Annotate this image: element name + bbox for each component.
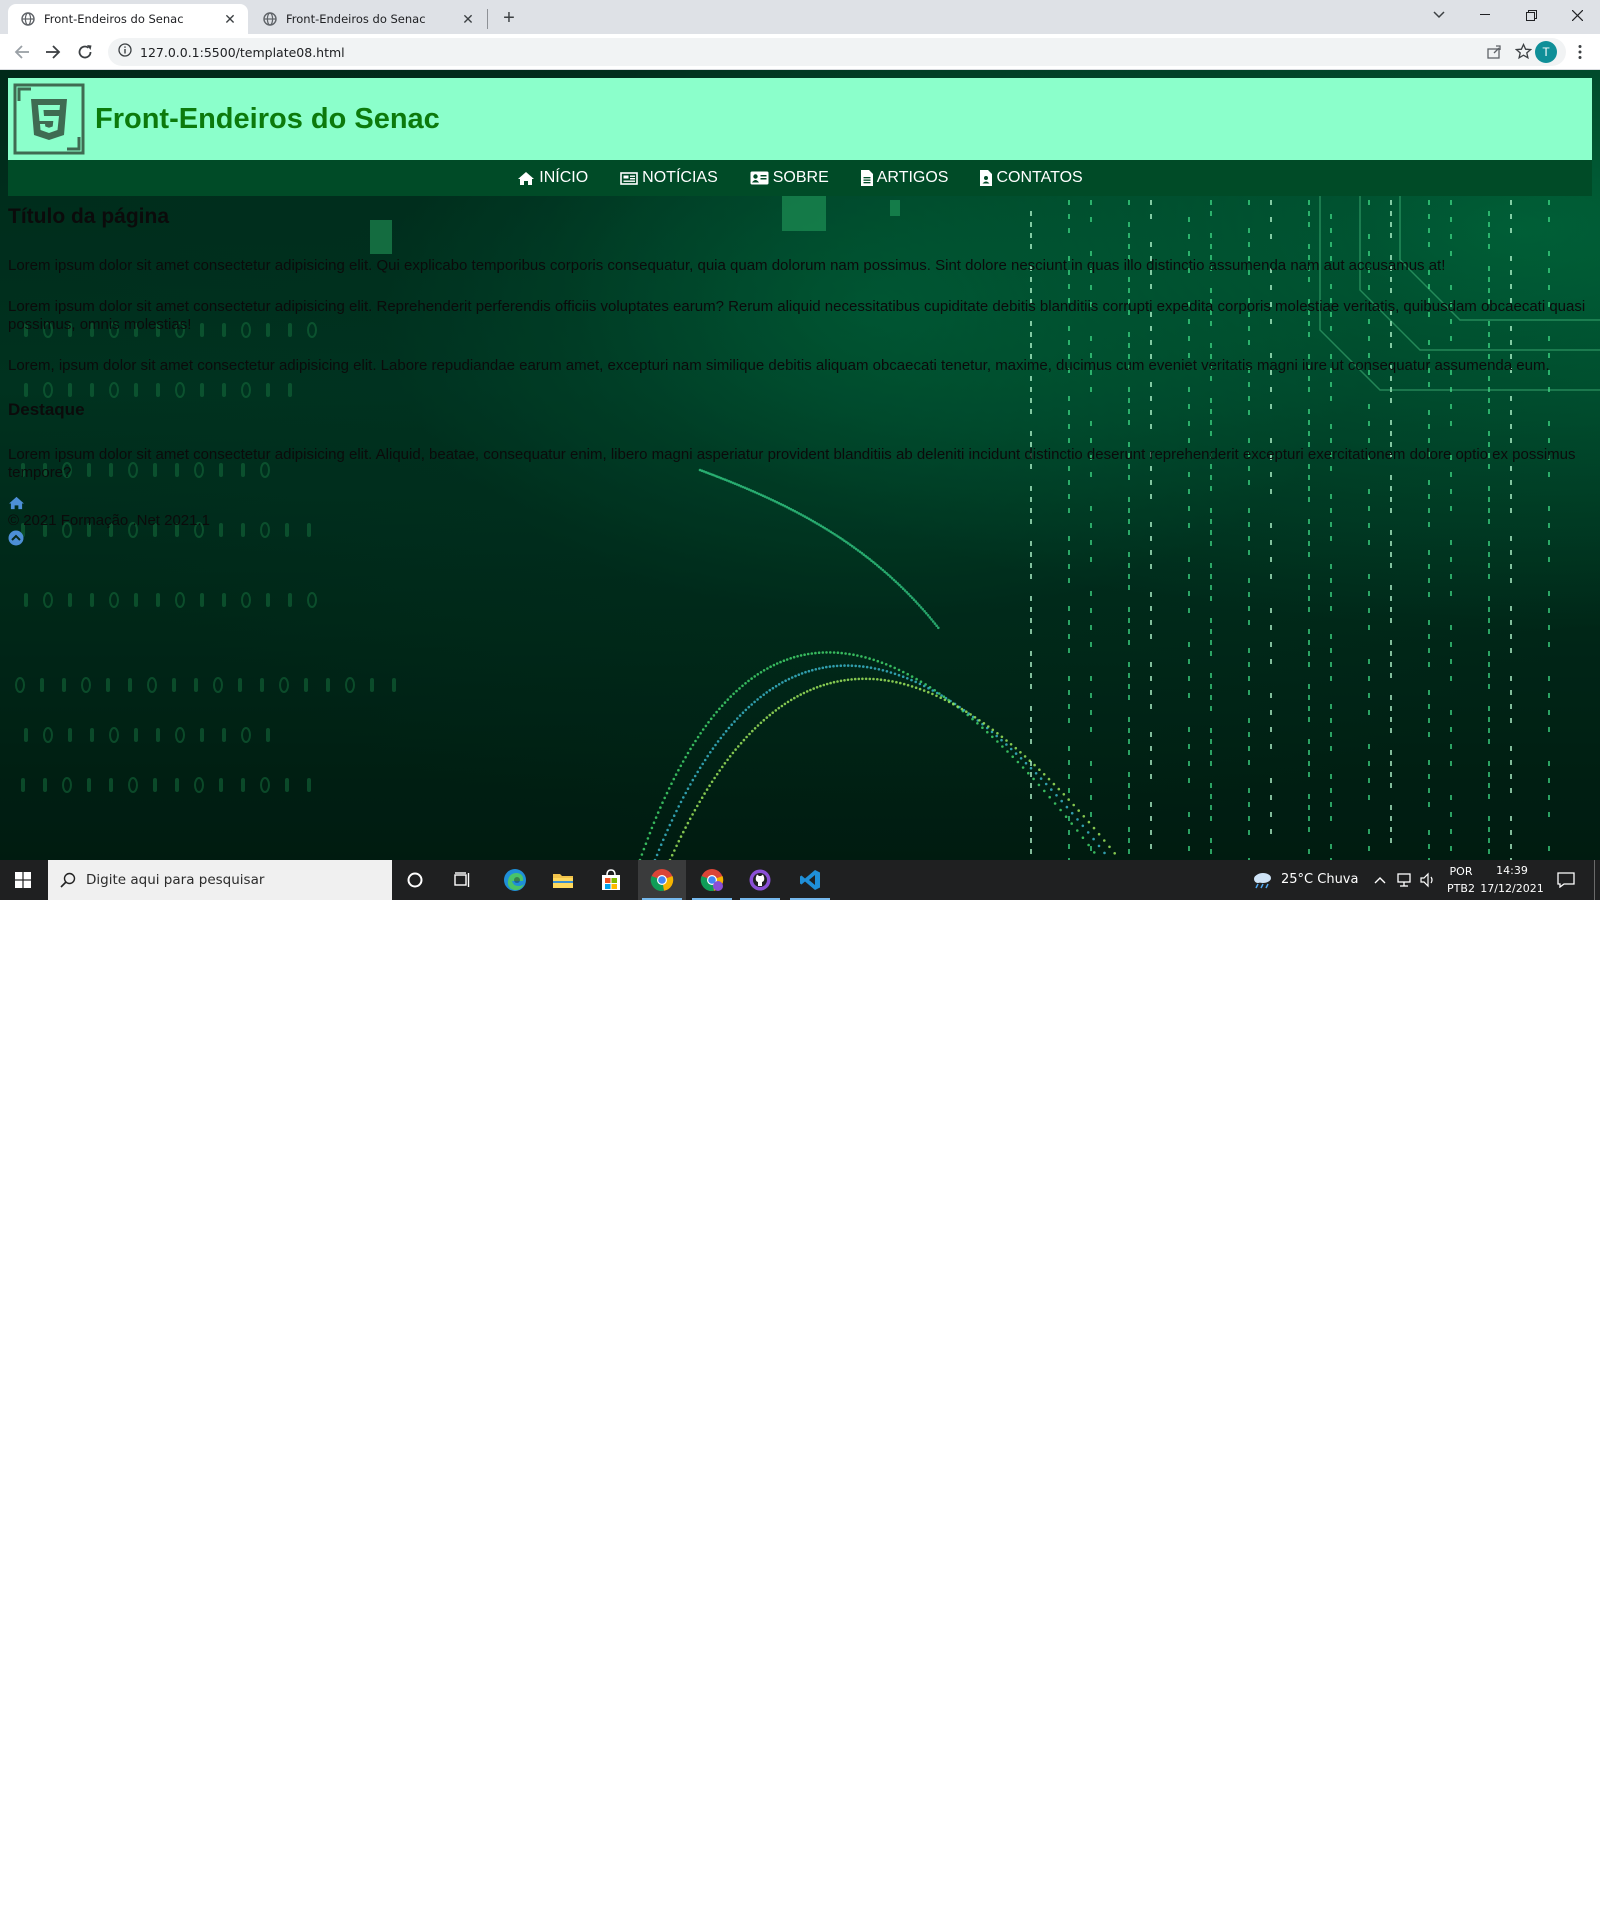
taskbar-search-box[interactable]: Digite aqui para pesquisar: [48, 860, 392, 900]
taskbar-github-desktop[interactable]: [736, 860, 784, 900]
home-icon: [518, 171, 535, 185]
weather-text[interactable]: 25°C Chuva: [1281, 872, 1358, 887]
browser-toolbar: 127.0.0.1:5500/template08.html T: [0, 34, 1600, 70]
language-indicator[interactable]: POR: [1444, 865, 1478, 878]
globe-icon: [20, 11, 36, 27]
nav-link-contatos[interactable]: CONTATOS: [980, 169, 1083, 187]
footer-copyright: © 2021 Formação .Net 2021.1: [8, 512, 211, 529]
main-nav: INÍCIO NOTÍCIAS SOBRE ARTIGOS CONTATOS: [8, 160, 1592, 196]
nav-link-label: NOTÍCIAS: [642, 169, 718, 186]
browser-tab-2[interactable]: Front-Endeiros do Senac ✕: [250, 4, 486, 34]
tab-title: Front-Endeiros do Senac: [286, 12, 426, 26]
info-icon[interactable]: [118, 42, 132, 62]
id-card-icon: [750, 171, 769, 185]
cortana-button[interactable]: [392, 860, 438, 900]
close-icon[interactable]: ✕: [222, 11, 238, 27]
bookmark-star-icon[interactable]: [1514, 42, 1533, 65]
nav-link-sobre[interactable]: SOBRE: [750, 169, 829, 187]
close-window-button[interactable]: [1554, 0, 1600, 30]
html5-logo[interactable]: [13, 83, 85, 155]
clock-date[interactable]: 17/12/2021: [1480, 882, 1544, 895]
forward-button[interactable]: [39, 38, 67, 66]
url-text: 127.0.0.1:5500/template08.html: [140, 44, 345, 60]
reload-button[interactable]: [71, 38, 99, 66]
nav-link-label: CONTATOS: [996, 169, 1083, 186]
home-icon: [9, 496, 24, 510]
nav-link-label: SOBRE: [772, 169, 829, 186]
keyboard-layout-indicator[interactable]: PTB2: [1444, 882, 1478, 895]
network-icon[interactable]: [1394, 870, 1414, 890]
taskbar-store[interactable]: [588, 860, 634, 900]
nav-link-noticias[interactable]: NOTÍCIAS: [620, 169, 718, 187]
highlight-heading: Destaque: [8, 400, 85, 419]
search-icon: [60, 872, 76, 888]
file-icon: [860, 170, 873, 186]
taskbar-file-explorer[interactable]: [540, 860, 586, 900]
edge-icon: [504, 869, 526, 891]
taskbar-chrome[interactable]: [638, 860, 686, 900]
tab-search-chevron-icon[interactable]: [1416, 0, 1462, 30]
store-bag-icon: [602, 869, 620, 890]
chrome-icon: [650, 869, 674, 892]
tab-divider: [487, 9, 488, 29]
windows-logo-icon: [15, 872, 31, 888]
site-header: Front-Endeiros do Senac: [8, 78, 1592, 160]
address-bar[interactable]: 127.0.0.1:5500/template08.html: [108, 38, 1566, 66]
nav-link-label: INÍCIO: [539, 169, 589, 186]
task-view-icon: [454, 872, 470, 887]
new-tab-button[interactable]: +: [497, 6, 521, 30]
back-to-top-link[interactable]: [8, 530, 1592, 546]
tab-title: Front-Endeiros do Senac: [44, 12, 184, 26]
page-title: Título da página: [8, 205, 169, 228]
taskbar-chrome-profile[interactable]: [688, 860, 736, 900]
task-view-button[interactable]: [440, 860, 486, 900]
paragraph: Lorem ipsum dolor sit amet consectetur a…: [8, 257, 1446, 274]
share-icon[interactable]: [1486, 44, 1502, 65]
notification-center-icon[interactable]: [1556, 870, 1576, 890]
nav-link-artigos[interactable]: ARTIGOS: [860, 169, 949, 187]
paragraph: Lorem, ipsum dolor sit amet consectetur …: [8, 357, 1550, 374]
site-title: Front-Endeiros do Senac: [95, 102, 440, 135]
highlight-paragraph: Lorem ipsum dolor sit amet consectetur a…: [8, 446, 1576, 481]
footer-home-link[interactable]: [8, 496, 1592, 512]
weather-rain-icon[interactable]: [1250, 870, 1274, 890]
search-placeholder: Digite aqui para pesquisar: [86, 872, 265, 888]
globe-icon: [262, 11, 278, 27]
restore-button[interactable]: [1508, 0, 1554, 30]
close-icon[interactable]: ✕: [460, 11, 476, 27]
chevron-circle-up-icon: [8, 530, 24, 546]
show-desktop-divider[interactable]: [1594, 860, 1595, 900]
more-menu-icon[interactable]: [1566, 38, 1594, 66]
chrome-profile-icon: [700, 869, 724, 892]
newspaper-icon: [620, 171, 638, 185]
start-button[interactable]: [0, 860, 46, 900]
taskbar-vscode[interactable]: [786, 860, 834, 900]
file-contact-icon: [980, 170, 993, 186]
chevron-up-icon[interactable]: [1370, 870, 1390, 890]
paragraph: Lorem ipsum dolor sit amet consectetur a…: [8, 298, 1586, 333]
browser-tab-strip: Front-Endeiros do Senac ✕ Front-Endeiros…: [0, 0, 1600, 34]
nav-link-label: ARTIGOS: [876, 169, 949, 186]
page-viewport[interactable]: Front-Endeiros do Senac INÍCIO NOTÍCIAS …: [0, 70, 1600, 860]
windows-taskbar: Digite aqui para pesquisar 25°C Chuva PO…: [0, 860, 1600, 900]
vscode-icon: [800, 870, 820, 890]
cortana-circle-icon: [407, 872, 423, 888]
nav-link-inicio[interactable]: INÍCIO: [517, 169, 588, 187]
volume-icon[interactable]: [1418, 870, 1438, 890]
folder-icon: [553, 874, 573, 888]
minimize-button[interactable]: [1462, 0, 1508, 30]
taskbar-edge[interactable]: [492, 860, 538, 900]
main-content: Título da página Lorem ipsum dolor sit a…: [8, 205, 1592, 546]
github-icon: [749, 869, 771, 891]
profile-avatar[interactable]: T: [1535, 41, 1557, 63]
back-button[interactable]: [8, 38, 36, 66]
browser-tab-1[interactable]: Front-Endeiros do Senac ✕: [8, 4, 248, 34]
clock-time[interactable]: 14:39: [1484, 864, 1540, 877]
